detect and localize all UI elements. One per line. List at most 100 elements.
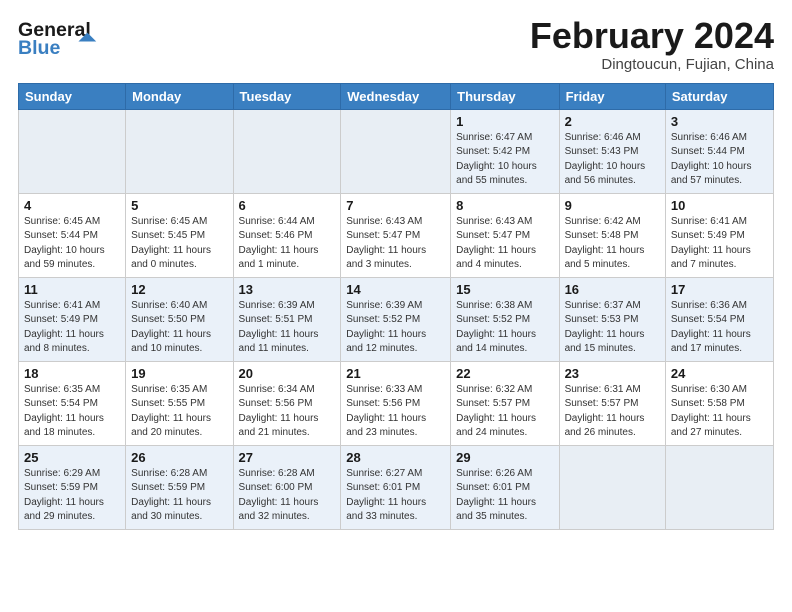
day-info: Sunrise: 6:46 AMSunset: 5:43 PMDaylight:… [565, 131, 660, 189]
calendar-week-row: 4 Sunrise: 6:45 AMSunset: 5:44 PMDaylight… [19, 193, 774, 277]
calendar-cell [233, 109, 341, 193]
calendar-cell: 16Sunrise: 6:37 AMSunset: 5:53 PMDayligh… [559, 277, 665, 361]
calendar-cell: 22 Sunrise: 6:32 AMSunset: 5:57 PMDayligh… [451, 361, 559, 445]
day-info: Sunrise: 6:28 AMSunset: 6:00 PMDaylight:… [239, 467, 336, 525]
day-number: 16 [565, 282, 660, 297]
day-number: 10 [671, 198, 768, 213]
day-info: Sunrise: 6:38 AMSunset: 5:52 PMDaylight:… [456, 299, 553, 357]
day-number: 7 [346, 198, 445, 213]
calendar-cell: 1Sunrise: 6:47 AMSunset: 5:42 PMDaylight… [451, 109, 559, 193]
day-number: 23 [565, 366, 660, 381]
calendar-cell: 3 Sunrise: 6:46 AMSunset: 5:44 PMDaylight… [665, 109, 773, 193]
calendar-cell: 28Sunrise: 6:27 AMSunset: 6:01 PMDayligh… [341, 445, 451, 529]
calendar-cell: 23 Sunrise: 6:31 AMSunset: 5:57 PMDayligh… [559, 361, 665, 445]
day-info: Sunrise: 6:30 AMSunset: 5:58 PMDaylight:… [671, 383, 768, 441]
calendar-cell: 5 Sunrise: 6:45 AMSunset: 5:45 PMDaylight… [126, 193, 233, 277]
calendar-cell: 21 Sunrise: 6:33 AMSunset: 5:56 PMDayligh… [341, 361, 451, 445]
day-info: Sunrise: 6:35 AMSunset: 5:55 PMDaylight:… [131, 383, 227, 441]
day-number: 1 [456, 114, 553, 129]
day-number: 3 [671, 114, 768, 129]
day-info: Sunrise: 6:32 AMSunset: 5:57 PMDaylight:… [456, 383, 553, 441]
day-info: Sunrise: 6:31 AMSunset: 5:57 PMDaylight:… [565, 383, 660, 441]
day-number: 19 [131, 366, 227, 381]
day-number: 28 [346, 450, 445, 465]
day-info: Sunrise: 6:36 AMSunset: 5:54 PMDaylight:… [671, 299, 768, 357]
day-info: Sunrise: 6:42 AMSunset: 5:48 PMDaylight:… [565, 215, 660, 273]
day-info: Sunrise: 6:39 AMSunset: 5:52 PMDaylight:… [346, 299, 445, 357]
day-number: 12 [131, 282, 227, 297]
calendar-cell: 26Sunrise: 6:28 AMSunset: 5:59 PMDayligh… [126, 445, 233, 529]
calendar-cell: 20 Sunrise: 6:34 AMSunset: 5:56 PMDayligh… [233, 361, 341, 445]
day-number: 5 [131, 198, 227, 213]
day-number: 15 [456, 282, 553, 297]
calendar-cell: 14 Sunrise: 6:39 AMSunset: 5:52 PMDayligh… [341, 277, 451, 361]
day-number: 2 [565, 114, 660, 129]
day-info: Sunrise: 6:43 AMSunset: 5:47 PMDaylight:… [346, 215, 445, 273]
logo-svg: General Blue [18, 16, 98, 60]
day-number: 9 [565, 198, 660, 213]
calendar-week-row: 1Sunrise: 6:47 AMSunset: 5:42 PMDaylight… [19, 109, 774, 193]
calendar-cell: 25 Sunrise: 6:29 AMSunset: 5:59 PMDayligh… [19, 445, 126, 529]
day-info: Sunrise: 6:45 AMSunset: 5:44 PMDaylight:… [24, 215, 120, 273]
day-info: Sunrise: 6:39 AMSunset: 5:51 PMDaylight:… [239, 299, 336, 357]
day-number: 25 [24, 450, 120, 465]
calendar-cell: 27 Sunrise: 6:28 AMSunset: 6:00 PMDayligh… [233, 445, 341, 529]
day-info: Sunrise: 6:40 AMSunset: 5:50 PMDaylight:… [131, 299, 227, 357]
calendar-cell: 24 Sunrise: 6:30 AMSunset: 5:58 PMDayligh… [665, 361, 773, 445]
day-number: 6 [239, 198, 336, 213]
calendar-cell [19, 109, 126, 193]
day-number: 29 [456, 450, 553, 465]
calendar-cell: 2 Sunrise: 6:46 AMSunset: 5:43 PMDaylight… [559, 109, 665, 193]
day-number: 22 [456, 366, 553, 381]
page-header: General Blue February 2024 Dingtoucun, F… [18, 16, 774, 73]
calendar-cell: 7 Sunrise: 6:43 AMSunset: 5:47 PMDaylight… [341, 193, 451, 277]
calendar-cell [665, 445, 773, 529]
day-number: 11 [24, 282, 120, 297]
day-info: Sunrise: 6:33 AMSunset: 5:56 PMDaylight:… [346, 383, 445, 441]
day-number: 26 [131, 450, 227, 465]
day-number: 21 [346, 366, 445, 381]
day-info: Sunrise: 6:26 AMSunset: 6:01 PMDaylight:… [456, 467, 553, 525]
day-info: Sunrise: 6:34 AMSunset: 5:56 PMDaylight:… [239, 383, 336, 441]
day-number: 17 [671, 282, 768, 297]
day-number: 24 [671, 366, 768, 381]
weekday-header-thursday: Thursday [451, 83, 559, 109]
weekday-header-tuesday: Tuesday [233, 83, 341, 109]
weekday-header-friday: Friday [559, 83, 665, 109]
day-number: 18 [24, 366, 120, 381]
day-info: Sunrise: 6:45 AMSunset: 5:45 PMDaylight:… [131, 215, 227, 273]
month-title: February 2024 [530, 16, 774, 56]
calendar-cell: 12 Sunrise: 6:40 AMSunset: 5:50 PMDayligh… [126, 277, 233, 361]
calendar-week-row: 18Sunrise: 6:35 AMSunset: 5:54 PMDayligh… [19, 361, 774, 445]
calendar-cell: 10 Sunrise: 6:41 AMSunset: 5:49 PMDayligh… [665, 193, 773, 277]
weekday-header-saturday: Saturday [665, 83, 773, 109]
day-number: 4 [24, 198, 120, 213]
calendar-cell: 18Sunrise: 6:35 AMSunset: 5:54 PMDayligh… [19, 361, 126, 445]
calendar-cell: 6 Sunrise: 6:44 AMSunset: 5:46 PMDaylight… [233, 193, 341, 277]
day-number: 27 [239, 450, 336, 465]
day-info: Sunrise: 6:44 AMSunset: 5:46 PMDaylight:… [239, 215, 336, 273]
day-info: Sunrise: 6:41 AMSunset: 5:49 PMDaylight:… [671, 215, 768, 273]
calendar-cell: 11 Sunrise: 6:41 AMSunset: 5:49 PMDayligh… [19, 277, 126, 361]
calendar-cell: 13 Sunrise: 6:39 AMSunset: 5:51 PMDayligh… [233, 277, 341, 361]
day-info: Sunrise: 6:29 AMSunset: 5:59 PMDaylight:… [24, 467, 120, 525]
calendar-cell: 29 Sunrise: 6:26 AMSunset: 6:01 PMDayligh… [451, 445, 559, 529]
day-info: Sunrise: 6:43 AMSunset: 5:47 PMDaylight:… [456, 215, 553, 273]
day-number: 20 [239, 366, 336, 381]
calendar-cell: 17 Sunrise: 6:36 AMSunset: 5:54 PMDayligh… [665, 277, 773, 361]
calendar-cell: 15 Sunrise: 6:38 AMSunset: 5:52 PMDayligh… [451, 277, 559, 361]
calendar-cell [126, 109, 233, 193]
weekday-header-wednesday: Wednesday [341, 83, 451, 109]
day-info: Sunrise: 6:41 AMSunset: 5:49 PMDaylight:… [24, 299, 120, 357]
day-number: 14 [346, 282, 445, 297]
day-info: Sunrise: 6:46 AMSunset: 5:44 PMDaylight:… [671, 131, 768, 189]
calendar-page: General Blue February 2024 Dingtoucun, F… [0, 0, 792, 612]
calendar-cell: 4 Sunrise: 6:45 AMSunset: 5:44 PMDaylight… [19, 193, 126, 277]
weekday-header-row: SundayMondayTuesdayWednesdayThursdayFrid… [19, 83, 774, 109]
calendar-week-row: 11 Sunrise: 6:41 AMSunset: 5:49 PMDayligh… [19, 277, 774, 361]
weekday-header-monday: Monday [126, 83, 233, 109]
svg-text:Blue: Blue [18, 37, 60, 59]
day-number: 13 [239, 282, 336, 297]
header-right: February 2024 Dingtoucun, Fujian, China [530, 16, 774, 73]
calendar-cell: 19 Sunrise: 6:35 AMSunset: 5:55 PMDayligh… [126, 361, 233, 445]
